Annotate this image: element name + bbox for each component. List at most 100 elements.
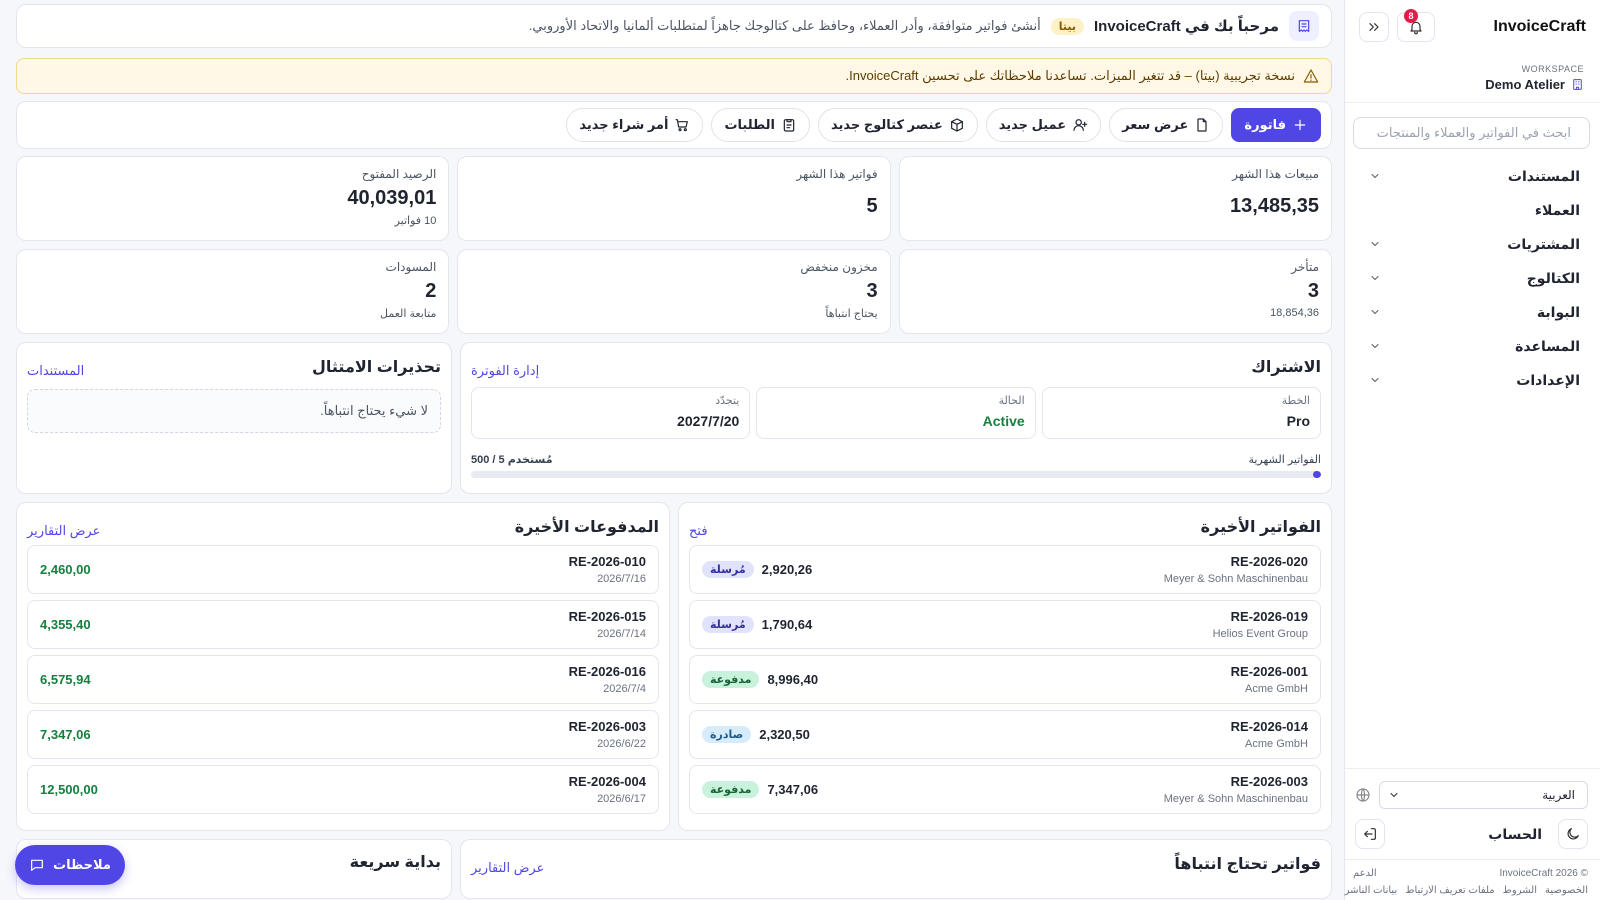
message-icon: [31, 859, 43, 871]
sidebar-item-documents[interactable]: المستندات: [1345, 159, 1600, 193]
language-select[interactable]: العربية: [1379, 781, 1588, 809]
stat-card-overdue[interactable]: متأخر 3 18,854,36: [898, 249, 1332, 334]
payment-row[interactable]: RE-2026-004 2026/6/17 12,500,00: [27, 765, 659, 814]
sidebar-item-label: الكتالوج: [1526, 269, 1580, 286]
payment-date: 2026/7/16: [597, 573, 646, 585]
workspace-switcher[interactable]: WORKSPACE Demo Atelier: [1345, 54, 1600, 103]
account-link[interactable]: الحساب: [1488, 826, 1542, 843]
privacy-link[interactable]: الخصوصية: [1545, 885, 1588, 896]
plan-value: Pro: [1286, 413, 1310, 429]
new-invoice-label: فاتورة: [1244, 117, 1286, 132]
support-link[interactable]: الدعم: [1353, 868, 1377, 879]
payment-row[interactable]: RE-2026-003 2026/6/22 7,347,06: [27, 710, 659, 759]
stat-label: متأخر: [1291, 260, 1319, 274]
search-input[interactable]: ابحث في الفواتير والعملاء والمنتجات: [1353, 117, 1590, 149]
terms-link[interactable]: الشروط: [1503, 885, 1537, 896]
brand-logo[interactable]: InvoiceCraft: [1494, 18, 1586, 36]
new-catalog-item-button[interactable]: عنصر كتالوج جديد: [818, 108, 978, 142]
payment-date: 2026/6/17: [597, 793, 646, 805]
invoice-row[interactable]: RE-2026-014 Acme GmbH 2,320,50 صادرة: [689, 710, 1321, 759]
invoice-client: Meyer & Sohn Maschinenbau: [1163, 793, 1308, 805]
quick-actions-toolbar: فاتورة عرض سعر عميل جديد عنصر كتالوج جدي…: [16, 101, 1332, 149]
open-invoices-link[interactable]: فتح: [689, 523, 708, 539]
new-customer-button[interactable]: عميل جديد: [985, 108, 1102, 142]
status-value: Active: [982, 413, 1025, 429]
payment-row[interactable]: RE-2026-010 2026/7/16 2,460,00: [27, 545, 659, 594]
receipt-icon: [1298, 20, 1310, 32]
workspace-label: WORKSPACE: [1521, 64, 1584, 74]
beta-badge: بيتا: [1050, 17, 1084, 35]
recent-invoices-list: RE-2026-020 Meyer & Sohn Maschinenbau 2,92…: [689, 545, 1321, 814]
invoice-status-badge: مُرسلة: [702, 616, 754, 633]
compliance-panel: تحذيرات الامتثال المستندات لا شيء يحتاج …: [16, 342, 452, 494]
invoice-row[interactable]: RE-2026-020 Meyer & Sohn Maschinenbau 2,92…: [689, 545, 1321, 594]
stat-card-open-balance[interactable]: الرصيد المفتوح 40,039,01 10 فواتير: [16, 156, 450, 241]
invoice-number: RE-2026-014: [1230, 719, 1308, 734]
subscription-title: الاشتراك: [1251, 359, 1321, 376]
chevron-down-icon: [1371, 174, 1379, 178]
new-quote-button[interactable]: عرض سعر: [1109, 108, 1224, 142]
payment-row[interactable]: RE-2026-016 2026/7/4 6,575,94: [27, 655, 659, 704]
welcome-subtitle: أنشئ فواتير متوافقة، وأدر العملاء، وحافظ…: [528, 18, 1041, 33]
renews-value: 2027/7/20: [677, 413, 740, 429]
renews-box: يتجدّد 2027/7/20: [471, 387, 751, 439]
payment-invoice-number: RE-2026-003: [568, 719, 646, 734]
invoice-amount: 2,920,26: [761, 562, 813, 577]
orders-button[interactable]: الطلبات: [711, 108, 810, 142]
chevrons-right-icon: [1369, 23, 1379, 31]
language-value: العربية: [1542, 788, 1575, 802]
stat-value: 3: [866, 280, 878, 302]
new-invoice-button[interactable]: فاتورة: [1231, 108, 1321, 142]
stat-label: مبيعات هذا الشهر: [1232, 167, 1319, 181]
stat-sub: متابعة العمل: [380, 308, 437, 320]
stat-card-drafts[interactable]: المسودات 2 متابعة العمل: [16, 249, 450, 334]
invoice-row[interactable]: RE-2026-019 Helios Event Group 1,790,64 مُر…: [689, 600, 1321, 649]
sidebar-item-settings[interactable]: الإعدادات: [1345, 363, 1600, 397]
invoice-info: RE-2026-001 Acme GmbH: [1231, 664, 1308, 695]
logout-button[interactable]: [1355, 819, 1385, 849]
building-icon: [1573, 79, 1582, 90]
invoice-row[interactable]: RE-2026-003 Meyer & Sohn Maschinenbau 7,34…: [689, 765, 1321, 814]
cookies-link[interactable]: ملفات تعريف الارتباط: [1405, 885, 1494, 896]
recent-payments-list: RE-2026-010 2026/7/16 2,460,00 RE-2026-015 2…: [27, 545, 659, 814]
stat-value: 2: [425, 280, 437, 302]
collapse-sidebar-button[interactable]: [1359, 12, 1389, 42]
notifications-button[interactable]: 8: [1397, 9, 1435, 42]
plus-icon: [1294, 119, 1306, 131]
manage-billing-link[interactable]: إدارة الفوترة: [471, 363, 539, 379]
payment-info: RE-2026-010 2026/7/16: [569, 554, 646, 585]
feedback-label: ملاحظات: [53, 857, 111, 872]
theme-toggle-button[interactable]: [1558, 819, 1588, 849]
attention-reports-link[interactable]: عرض التقارير: [471, 860, 544, 876]
sidebar-item-purchases[interactable]: المشتريات: [1345, 227, 1600, 261]
invoice-info: RE-2026-019 Helios Event Group: [1213, 609, 1308, 640]
compliance-documents-link[interactable]: المستندات: [27, 363, 84, 379]
recent-invoices-title: الفواتير الأخيرة: [1200, 519, 1321, 536]
stat-card-sales[interactable]: مبيعات هذا الشهر 13,485,35: [898, 156, 1332, 241]
payment-row[interactable]: RE-2026-015 2026/7/14 4,355,40: [27, 600, 659, 649]
sidebar-item-portal[interactable]: البوابة: [1345, 295, 1600, 329]
invoice-client: Acme GmbH: [1245, 738, 1308, 750]
sidebar-item-help[interactable]: المساعدة: [1345, 329, 1600, 363]
invoice-row[interactable]: RE-2026-001 Acme GmbH 8,996,40 مدفوعة: [689, 655, 1321, 704]
quickstart-title: بداية سريعة: [349, 854, 441, 871]
stat-card-low-stock[interactable]: مخزون منخفض 3 يحتاج انتباهاً: [457, 249, 891, 334]
invoice-status-badge: مدفوعة: [702, 671, 760, 688]
compliance-title: تحذيرات الامتثال: [311, 359, 441, 376]
stat-label: المسودات: [385, 260, 437, 274]
attention-title: فواتير تحتاج انتباهاً: [1174, 856, 1321, 873]
new-purchase-order-button[interactable]: أمر شراء جديد: [566, 108, 704, 142]
sidebar-item-customers[interactable]: العملاء: [1345, 193, 1600, 227]
sidebar: InvoiceCraft 8 WORKSPACE Demo Atelier اب…: [1344, 0, 1600, 900]
feedback-button[interactable]: ملاحظات: [15, 845, 125, 885]
payment-invoice-number: RE-2026-004: [568, 774, 646, 789]
logout-icon: [1364, 828, 1376, 840]
stat-card-invoices[interactable]: فواتير هذا الشهر 5: [457, 156, 891, 241]
imprint-link[interactable]: بيانات الناشر: [1345, 885, 1398, 896]
sidebar-item-catalog[interactable]: الكتالوج: [1345, 261, 1600, 295]
sidebar-item-label: المساعدة: [1515, 337, 1580, 354]
sidebar-item-label: الإعدادات: [1516, 371, 1580, 388]
invoice-client: Meyer & Sohn Maschinenbau: [1163, 573, 1308, 585]
sidebar-item-label: البوابة: [1536, 303, 1580, 320]
view-reports-link[interactable]: عرض التقارير: [27, 523, 100, 539]
